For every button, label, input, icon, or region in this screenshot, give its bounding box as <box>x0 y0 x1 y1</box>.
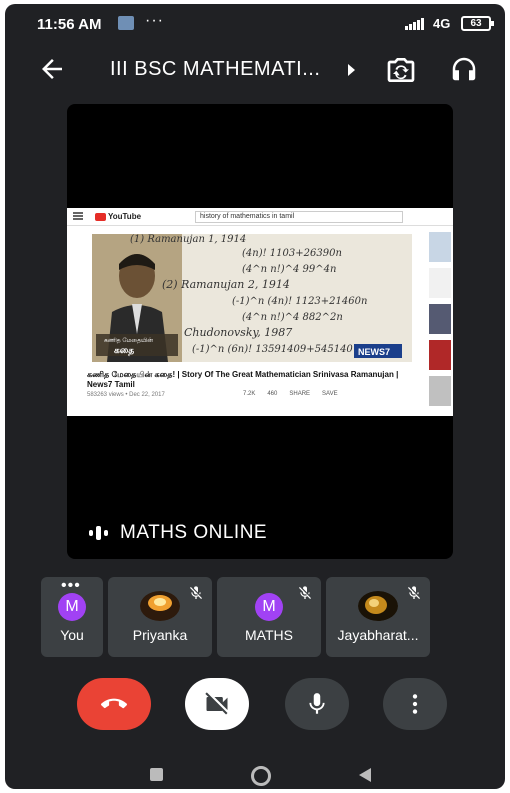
participant-tile-jayabharathi[interactable]: Jayabharat... <box>326 577 430 657</box>
phone-screen: 11:56 AM ··· 4G 63 III BSC MATHEMATI... … <box>5 4 505 789</box>
video-title: கணித மேதையின் கதை! | Story Of The Great … <box>87 370 399 389</box>
participant-tile-maths[interactable]: M MATHS <box>217 577 321 657</box>
presenter-tile[interactable]: YouTube history of mathematics in tamil … <box>67 104 453 559</box>
meeting-top-bar: III BSC MATHEMATI... <box>5 46 505 94</box>
video-off-icon <box>205 692 228 715</box>
youtube-header: YouTube history of mathematics in tamil <box>67 208 453 226</box>
recents-icon[interactable] <box>150 768 163 781</box>
formula-thumbnail-image: கணித மேதையின் கதை (1) Ramanujan 1, 1914 … <box>92 234 412 362</box>
formula-line: (2) Ramanujan 2, 1914 <box>162 278 290 291</box>
home-icon[interactable] <box>251 766 271 786</box>
recommended-strip <box>429 232 453 416</box>
formula-line: (4^n n!)^4 882^2n <box>242 312 343 323</box>
network-type: 4G <box>433 16 451 31</box>
phone-hangup-icon <box>101 698 127 709</box>
video-meta: 583263 views • Dec 22, 2017 <box>87 392 165 398</box>
mic-off-icon <box>408 586 420 599</box>
formula-line: (4n)! 1103+26390n <box>242 248 342 259</box>
menu-icon <box>73 212 83 220</box>
more-vert-icon <box>412 694 418 714</box>
back-nav-icon[interactable] <box>359 768 371 782</box>
participant-name: You <box>60 627 84 643</box>
meeting-title[interactable]: III BSC MATHEMATI... <box>110 58 320 81</box>
mic-off-icon <box>190 586 202 599</box>
call-controls <box>5 678 505 734</box>
participant-tile-priyanka[interactable]: Priyanka <box>108 577 212 657</box>
presenting-icon <box>89 526 108 540</box>
formula-line: (-1)^n (4n)! 1123+21460n <box>232 296 367 307</box>
signal-icon <box>405 18 424 30</box>
formula-line: Chudonovsky, 1987 <box>184 326 292 339</box>
presenter-label: MATHS ONLINE <box>89 522 267 544</box>
likes-count: 7.2K <box>243 391 256 397</box>
formula-line: (1) Ramanujan 1, 1914 <box>130 234 246 245</box>
switch-camera-icon[interactable] <box>385 54 417 86</box>
video-actions: 7.2K 460 SHARE SAVE <box>243 391 338 397</box>
shared-screen: YouTube history of mathematics in tamil … <box>67 208 453 416</box>
youtube-logo: YouTube <box>95 212 141 221</box>
participants-strip: ••• M You Priyanka M MATHS Jayabharat... <box>41 577 430 657</box>
microphone-button[interactable] <box>285 678 349 730</box>
save-label: SAVE <box>322 391 338 397</box>
participant-tile-you[interactable]: ••• M You <box>41 577 103 657</box>
participant-photo <box>358 591 398 621</box>
mic-off-icon <box>299 586 311 599</box>
formula-line: (-1)^n (6n)! 13591409+545140 <box>192 344 353 355</box>
avatar: M <box>255 593 283 621</box>
notification-app-icon <box>118 16 134 30</box>
more-options-button[interactable] <box>383 678 447 730</box>
avatar: M <box>58 593 86 621</box>
participant-name: MATHS <box>245 627 293 643</box>
share-label: SHARE <box>289 391 311 397</box>
youtube-search-box: history of mathematics in tamil <box>195 211 403 223</box>
end-call-button[interactable] <box>77 678 151 730</box>
arrow-left-icon[interactable] <box>37 54 67 84</box>
thumb-brand: NEWS7 <box>358 347 390 357</box>
status-time: 11:56 AM <box>37 16 102 33</box>
participant-photo <box>140 591 180 621</box>
presenter-name: MATHS ONLINE <box>120 522 268 543</box>
thumb-caption: கதை <box>114 345 134 356</box>
svg-text:கணித மேதையின்: கணித மேதையின் <box>104 337 153 344</box>
video-thumbnail: கணித மேதையின் கதை (1) Ramanujan 1, 1914 … <box>92 234 412 362</box>
status-bar: 11:56 AM ··· 4G 63 <box>5 4 505 42</box>
participant-name: Priyanka <box>132 627 188 643</box>
headphones-icon[interactable] <box>449 54 479 84</box>
meeting-details-arrow-icon[interactable] <box>348 64 355 76</box>
participant-name: Jayabharat... <box>337 627 419 643</box>
notification-overflow: ··· <box>145 12 164 29</box>
formula-line: (4^n n!)^4 99^4n <box>242 264 336 275</box>
mic-icon <box>309 693 325 714</box>
battery-indicator: 63 <box>461 16 494 31</box>
camera-toggle-button[interactable] <box>185 678 249 730</box>
system-nav-bar <box>5 762 505 789</box>
dislikes-count: 460 <box>267 391 278 397</box>
